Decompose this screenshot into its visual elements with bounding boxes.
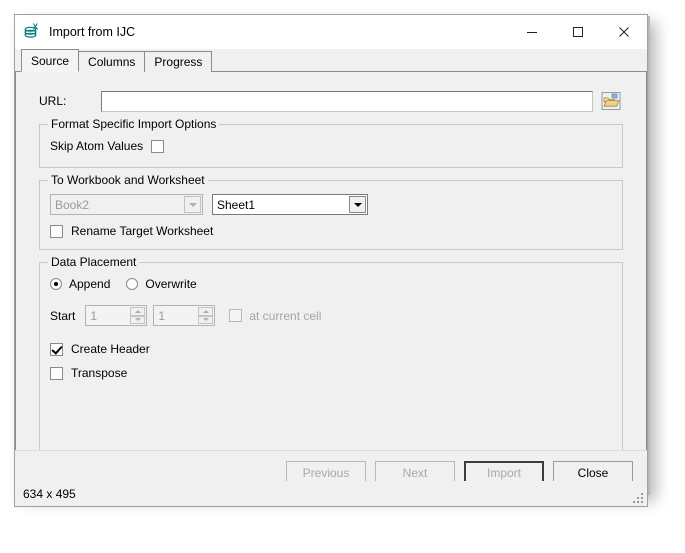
screen: X Import from IJC: [0, 0, 685, 553]
svg-text:X: X: [33, 23, 39, 32]
at-current-cell-checkbox[interactable]: [229, 309, 242, 322]
format-options-legend: Format Specific Import Options: [48, 117, 219, 131]
data-placement-legend: Data Placement: [48, 255, 139, 269]
append-label: Append: [69, 277, 110, 291]
close-button[interactable]: [601, 16, 647, 49]
workbook-selectors-row: Book2 Sheet1: [50, 194, 612, 215]
tab-strip: Source Columns Progress: [15, 49, 647, 72]
skip-atom-values-label: Skip Atom Values: [50, 139, 143, 153]
tab-progress[interactable]: Progress: [144, 51, 212, 72]
tab-source[interactable]: Source: [21, 49, 79, 72]
append-radio[interactable]: [50, 278, 62, 290]
title-bar: X Import from IJC: [15, 15, 647, 49]
resize-grip-icon[interactable]: [631, 491, 643, 503]
create-header-checkbox[interactable]: [50, 343, 63, 356]
skip-atom-values-row[interactable]: Skip Atom Values: [50, 139, 612, 153]
minimize-button[interactable]: [509, 16, 555, 49]
transpose-label: Transpose: [71, 366, 127, 380]
status-bar: 634 x 495: [14, 481, 648, 507]
worksheet-combo-value: Sheet1: [217, 198, 255, 212]
rename-target-row[interactable]: Rename Target Worksheet: [50, 224, 612, 238]
source-tab-panel: URL: Format Specific Import Options Skip…: [15, 72, 647, 450]
format-options-group: Format Specific Import Options Skip Atom…: [39, 124, 623, 168]
overwrite-radio[interactable]: [126, 278, 138, 290]
window-title: Import from IJC: [49, 25, 509, 39]
transpose-row[interactable]: Transpose: [50, 366, 612, 380]
tab-columns[interactable]: Columns: [78, 51, 145, 72]
workbook-worksheet-legend: To Workbook and Worksheet: [48, 173, 208, 187]
at-current-cell-label: at current cell: [249, 309, 321, 323]
worksheet-combo-arrow[interactable]: [349, 196, 366, 213]
workbook-combo-arrow[interactable]: [184, 196, 201, 213]
start-label: Start: [50, 309, 75, 323]
start-col-spin-up[interactable]: [198, 307, 213, 316]
maximize-button[interactable]: [555, 16, 601, 49]
placement-mode-row: Append Overwrite: [50, 277, 612, 291]
window-size-status: 634 x 495: [23, 487, 76, 501]
start-row-spinner[interactable]: 1: [85, 305, 147, 326]
start-row: Start 1 1: [50, 305, 612, 326]
start-row-spin-up[interactable]: [130, 307, 145, 316]
create-header-row[interactable]: Create Header: [50, 342, 612, 356]
worksheet-combo[interactable]: Sheet1: [212, 194, 368, 215]
start-row-value: 1: [90, 309, 97, 323]
database-stack-x-icon: X: [23, 23, 41, 41]
start-col-spin-down[interactable]: [198, 316, 213, 325]
rename-target-checkbox[interactable]: [50, 225, 63, 238]
start-row-spin-down[interactable]: [130, 316, 145, 325]
workbook-worksheet-group: To Workbook and Worksheet Book2 Sheet1 R…: [39, 180, 623, 250]
create-header-label: Create Header: [71, 342, 150, 356]
workbook-combo[interactable]: Book2: [50, 194, 203, 215]
overwrite-label: Overwrite: [145, 277, 196, 291]
transpose-checkbox[interactable]: [50, 367, 63, 380]
rename-target-label: Rename Target Worksheet: [71, 224, 213, 238]
import-dialog-window: X Import from IJC: [14, 14, 648, 495]
workbook-combo-value: Book2: [55, 198, 89, 212]
skip-atom-values-checkbox[interactable]: [151, 140, 164, 153]
data-placement-group: Data Placement Append Overwrite Start 1: [39, 262, 623, 450]
start-col-spinner[interactable]: 1: [153, 305, 215, 326]
start-col-value: 1: [158, 309, 165, 323]
